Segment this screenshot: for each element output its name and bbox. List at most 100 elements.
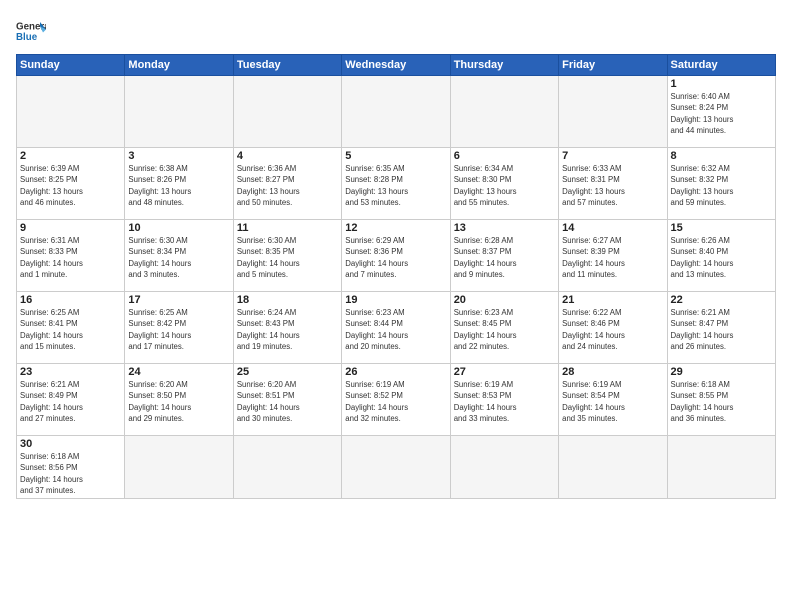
week-row-5: 23Sunrise: 6:21 AMSunset: 8:49 PMDayligh… (17, 364, 776, 436)
day-info: Sunrise: 6:30 AMSunset: 8:35 PMDaylight:… (237, 235, 338, 280)
day-info: Sunrise: 6:31 AMSunset: 8:33 PMDaylight:… (20, 235, 121, 280)
calendar-cell: 4Sunrise: 6:36 AMSunset: 8:27 PMDaylight… (233, 148, 341, 220)
day-info: Sunrise: 6:27 AMSunset: 8:39 PMDaylight:… (562, 235, 663, 280)
day-number: 12 (345, 222, 446, 234)
day-number: 6 (454, 150, 555, 162)
day-info: Sunrise: 6:19 AMSunset: 8:53 PMDaylight:… (454, 379, 555, 424)
calendar-cell (17, 76, 125, 148)
calendar-cell: 3Sunrise: 6:38 AMSunset: 8:26 PMDaylight… (125, 148, 233, 220)
week-row-4: 16Sunrise: 6:25 AMSunset: 8:41 PMDayligh… (17, 292, 776, 364)
day-number: 28 (562, 366, 663, 378)
calendar-cell: 13Sunrise: 6:28 AMSunset: 8:37 PMDayligh… (450, 220, 558, 292)
day-number: 14 (562, 222, 663, 234)
logo-icon: General Blue (16, 16, 46, 46)
day-number: 10 (128, 222, 229, 234)
calendar-cell: 22Sunrise: 6:21 AMSunset: 8:47 PMDayligh… (667, 292, 775, 364)
day-info: Sunrise: 6:19 AMSunset: 8:52 PMDaylight:… (345, 379, 446, 424)
day-number: 3 (128, 150, 229, 162)
day-number: 18 (237, 294, 338, 306)
header: General Blue (16, 16, 776, 46)
week-row-1: 1Sunrise: 6:40 AMSunset: 8:24 PMDaylight… (17, 76, 776, 148)
week-row-3: 9Sunrise: 6:31 AMSunset: 8:33 PMDaylight… (17, 220, 776, 292)
calendar-cell: 30Sunrise: 6:18 AMSunset: 8:56 PMDayligh… (17, 436, 125, 499)
calendar-cell: 19Sunrise: 6:23 AMSunset: 8:44 PMDayligh… (342, 292, 450, 364)
calendar-cell: 27Sunrise: 6:19 AMSunset: 8:53 PMDayligh… (450, 364, 558, 436)
day-number: 19 (345, 294, 446, 306)
day-info: Sunrise: 6:21 AMSunset: 8:47 PMDaylight:… (671, 307, 772, 352)
calendar-cell: 21Sunrise: 6:22 AMSunset: 8:46 PMDayligh… (559, 292, 667, 364)
day-info: Sunrise: 6:36 AMSunset: 8:27 PMDaylight:… (237, 163, 338, 208)
day-number: 4 (237, 150, 338, 162)
day-info: Sunrise: 6:29 AMSunset: 8:36 PMDaylight:… (345, 235, 446, 280)
day-info: Sunrise: 6:20 AMSunset: 8:50 PMDaylight:… (128, 379, 229, 424)
day-info: Sunrise: 6:38 AMSunset: 8:26 PMDaylight:… (128, 163, 229, 208)
calendar-cell: 28Sunrise: 6:19 AMSunset: 8:54 PMDayligh… (559, 364, 667, 436)
day-number: 13 (454, 222, 555, 234)
weekday-header-saturday: Saturday (667, 55, 775, 76)
day-number: 1 (671, 78, 772, 90)
calendar-cell (125, 436, 233, 499)
calendar-cell: 16Sunrise: 6:25 AMSunset: 8:41 PMDayligh… (17, 292, 125, 364)
day-number: 26 (345, 366, 446, 378)
calendar-cell: 29Sunrise: 6:18 AMSunset: 8:55 PMDayligh… (667, 364, 775, 436)
day-number: 27 (454, 366, 555, 378)
calendar-cell: 8Sunrise: 6:32 AMSunset: 8:32 PMDaylight… (667, 148, 775, 220)
calendar-cell: 5Sunrise: 6:35 AMSunset: 8:28 PMDaylight… (342, 148, 450, 220)
calendar-cell (342, 436, 450, 499)
day-number: 9 (20, 222, 121, 234)
day-info: Sunrise: 6:19 AMSunset: 8:54 PMDaylight:… (562, 379, 663, 424)
weekday-header-monday: Monday (125, 55, 233, 76)
day-info: Sunrise: 6:18 AMSunset: 8:55 PMDaylight:… (671, 379, 772, 424)
day-number: 22 (671, 294, 772, 306)
day-info: Sunrise: 6:26 AMSunset: 8:40 PMDaylight:… (671, 235, 772, 280)
calendar-cell: 17Sunrise: 6:25 AMSunset: 8:42 PMDayligh… (125, 292, 233, 364)
day-info: Sunrise: 6:23 AMSunset: 8:44 PMDaylight:… (345, 307, 446, 352)
calendar-cell: 18Sunrise: 6:24 AMSunset: 8:43 PMDayligh… (233, 292, 341, 364)
day-info: Sunrise: 6:22 AMSunset: 8:46 PMDaylight:… (562, 307, 663, 352)
day-info: Sunrise: 6:23 AMSunset: 8:45 PMDaylight:… (454, 307, 555, 352)
calendar-cell (233, 436, 341, 499)
calendar: SundayMondayTuesdayWednesdayThursdayFrid… (16, 54, 776, 499)
calendar-cell: 23Sunrise: 6:21 AMSunset: 8:49 PMDayligh… (17, 364, 125, 436)
calendar-cell: 10Sunrise: 6:30 AMSunset: 8:34 PMDayligh… (125, 220, 233, 292)
day-info: Sunrise: 6:20 AMSunset: 8:51 PMDaylight:… (237, 379, 338, 424)
calendar-cell (667, 436, 775, 499)
day-info: Sunrise: 6:34 AMSunset: 8:30 PMDaylight:… (454, 163, 555, 208)
calendar-cell: 15Sunrise: 6:26 AMSunset: 8:40 PMDayligh… (667, 220, 775, 292)
day-number: 21 (562, 294, 663, 306)
calendar-cell: 12Sunrise: 6:29 AMSunset: 8:36 PMDayligh… (342, 220, 450, 292)
calendar-cell (342, 76, 450, 148)
day-number: 16 (20, 294, 121, 306)
weekday-header-sunday: Sunday (17, 55, 125, 76)
day-number: 25 (237, 366, 338, 378)
day-info: Sunrise: 6:18 AMSunset: 8:56 PMDaylight:… (20, 451, 121, 496)
calendar-cell: 11Sunrise: 6:30 AMSunset: 8:35 PMDayligh… (233, 220, 341, 292)
day-info: Sunrise: 6:28 AMSunset: 8:37 PMDaylight:… (454, 235, 555, 280)
calendar-cell: 14Sunrise: 6:27 AMSunset: 8:39 PMDayligh… (559, 220, 667, 292)
calendar-cell: 25Sunrise: 6:20 AMSunset: 8:51 PMDayligh… (233, 364, 341, 436)
weekday-header-row: SundayMondayTuesdayWednesdayThursdayFrid… (17, 55, 776, 76)
calendar-cell (450, 76, 558, 148)
weekday-header-wednesday: Wednesday (342, 55, 450, 76)
logo: General Blue (16, 16, 46, 46)
day-info: Sunrise: 6:40 AMSunset: 8:24 PMDaylight:… (671, 91, 772, 136)
weekday-header-friday: Friday (559, 55, 667, 76)
page: General Blue SundayMondayTuesdayWednesda… (0, 0, 792, 612)
day-info: Sunrise: 6:25 AMSunset: 8:42 PMDaylight:… (128, 307, 229, 352)
calendar-cell: 9Sunrise: 6:31 AMSunset: 8:33 PMDaylight… (17, 220, 125, 292)
weekday-header-thursday: Thursday (450, 55, 558, 76)
day-info: Sunrise: 6:32 AMSunset: 8:32 PMDaylight:… (671, 163, 772, 208)
day-number: 20 (454, 294, 555, 306)
day-number: 23 (20, 366, 121, 378)
day-info: Sunrise: 6:25 AMSunset: 8:41 PMDaylight:… (20, 307, 121, 352)
calendar-cell (233, 76, 341, 148)
calendar-cell (559, 76, 667, 148)
day-info: Sunrise: 6:21 AMSunset: 8:49 PMDaylight:… (20, 379, 121, 424)
calendar-cell: 1Sunrise: 6:40 AMSunset: 8:24 PMDaylight… (667, 76, 775, 148)
svg-text:Blue: Blue (16, 32, 38, 43)
day-number: 15 (671, 222, 772, 234)
day-number: 7 (562, 150, 663, 162)
day-info: Sunrise: 6:33 AMSunset: 8:31 PMDaylight:… (562, 163, 663, 208)
calendar-cell: 24Sunrise: 6:20 AMSunset: 8:50 PMDayligh… (125, 364, 233, 436)
day-info: Sunrise: 6:24 AMSunset: 8:43 PMDaylight:… (237, 307, 338, 352)
